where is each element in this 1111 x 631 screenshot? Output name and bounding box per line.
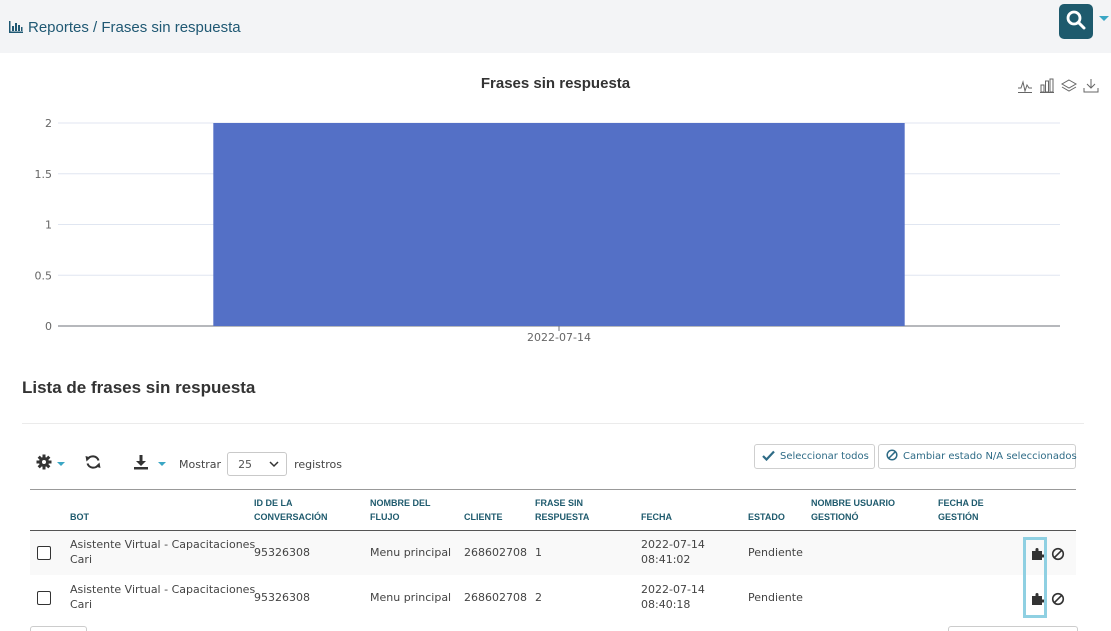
bar-chart: 0 0.5 1 1.5 2 2022-07-14: [35, 117, 1060, 344]
download-icon: [133, 454, 149, 474]
chart-title: Frases sin respuesta: [480, 75, 631, 92]
chart-toolbox: [1017, 78, 1099, 94]
conversation-id-cell: 95326308: [254, 546, 310, 559]
breadcrumb-text[interactable]: Reportes / Frases sin respuesta: [28, 19, 241, 36]
settings-dropdown[interactable]: [36, 454, 65, 474]
select-all-label: Seleccionar todos: [780, 451, 869, 462]
phrase-cell: 2: [535, 591, 542, 604]
pagination-info: [30, 626, 87, 631]
ban-icon[interactable]: [1051, 591, 1065, 610]
header-phrase[interactable]: FRASE SIN RESPUESTA: [535, 496, 589, 524]
bar-chart-icon: [9, 21, 23, 33]
check-icon: [762, 450, 775, 464]
state-cell: Pendiente: [748, 546, 803, 559]
y-tick-label: 2: [45, 117, 52, 130]
page-size-value: 25: [238, 457, 253, 471]
cell-text: Cari: [70, 598, 92, 611]
show-label: Mostrar: [179, 457, 222, 471]
cell-text: 08:40:18: [641, 598, 691, 611]
divider: [22, 423, 1084, 424]
y-axis: 0 0.5 1 1.5 2: [35, 117, 53, 333]
flow-cell: Menu principal: [370, 546, 452, 559]
export-dropdown[interactable]: [133, 454, 166, 474]
header-text: NOMBRE DEL: [370, 498, 431, 508]
date-cell: 2022-07-14 08:40:18: [641, 582, 705, 612]
header-text: FLUJO: [370, 512, 400, 522]
ban-icon: [886, 449, 898, 464]
search-button[interactable]: [1059, 4, 1093, 39]
header-bot[interactable]: BOT: [70, 510, 89, 524]
header-text: FECHA DE: [938, 498, 984, 508]
y-tick-label: 1.5: [35, 168, 53, 181]
cell-text: Cari: [70, 553, 92, 566]
header-management-date[interactable]: FECHA DE GESTIÓN: [938, 496, 984, 524]
list-title: Lista de frases sin respuesta: [22, 378, 256, 397]
chevron-down-icon: [269, 458, 279, 471]
chevron-down-icon: [57, 462, 65, 466]
phrase-cell: 1: [535, 546, 542, 559]
header-flow[interactable]: NOMBRE DEL FLUJO: [370, 496, 431, 524]
change-state-label: Cambiar estado N/A seleccionados: [903, 451, 1077, 462]
row-checkbox[interactable]: [37, 591, 51, 605]
download-icon[interactable]: [1083, 78, 1099, 94]
cell-text: Asistente Virtual - Capacitaciones: [70, 583, 256, 596]
gear-icon: [36, 454, 52, 474]
select-all-button[interactable]: Seleccionar todos: [754, 444, 875, 469]
state-cell: Pendiente: [748, 591, 803, 604]
cell-text: 2022-07-14: [641, 538, 705, 551]
header-text: GESTIÓN: [938, 512, 979, 522]
change-state-button[interactable]: Cambiar estado N/A seleccionados: [878, 444, 1077, 469]
chevron-down-icon: [158, 462, 166, 466]
stack-icon[interactable]: [1060, 78, 1078, 94]
cell-text: 08:41:02: [641, 553, 691, 566]
line-chart-icon[interactable]: [1017, 78, 1033, 94]
top-bar: Reportes / Frases sin respuesta: [0, 0, 1111, 53]
table-row: Asistente Virtual - Capacitaciones Cari …: [30, 531, 1076, 575]
divider: [30, 489, 1076, 490]
chart-bars: [213, 123, 905, 326]
bot-cell: Asistente Virtual - Capacitaciones Cari: [70, 537, 255, 567]
client-cell: 268602708: [464, 591, 527, 604]
bar-chart-icon[interactable]: [1039, 78, 1055, 94]
cell-text: 2022-07-14: [641, 583, 705, 596]
header-client[interactable]: CLIENTE: [464, 510, 503, 524]
ban-icon[interactable]: [1051, 546, 1065, 565]
header-text: NOMBRE USUARIO: [811, 498, 896, 508]
chevron-down-icon[interactable]: [1099, 16, 1109, 21]
records-label: registros: [294, 457, 342, 471]
bot-cell: Asistente Virtual - Capacitaciones Cari: [70, 582, 255, 612]
header-text: CONVERSACIÓN: [254, 512, 328, 522]
table-toolbar: Mostrar 25 registros: [36, 451, 342, 477]
pagination-controls[interactable]: [948, 626, 1078, 631]
y-tick-label: 0: [45, 320, 52, 333]
y-tick-label: 0.5: [35, 269, 53, 282]
date-cell: 2022-07-14 08:41:02: [641, 537, 705, 567]
x-axis: 2022-07-14: [527, 326, 591, 344]
conversation-id-cell: 95326308: [254, 591, 310, 604]
actions-highlight: [1023, 537, 1047, 618]
header-date[interactable]: FECHA: [641, 510, 672, 524]
breadcrumb: Reportes / Frases sin respuesta: [9, 17, 241, 37]
flow-cell: Menu principal: [370, 591, 452, 604]
client-cell: 268602708: [464, 546, 527, 559]
page-size-select[interactable]: 25: [227, 452, 288, 476]
refresh-button[interactable]: [85, 454, 101, 474]
header-text: ID DE LA: [254, 498, 293, 508]
header-text: GESTIONÓ: [811, 512, 859, 522]
search-icon: [1066, 10, 1086, 34]
bar[interactable]: [213, 123, 905, 326]
header-state[interactable]: ESTADO: [748, 510, 785, 524]
x-tick-label: 2022-07-14: [527, 331, 591, 344]
row-checkbox[interactable]: [37, 546, 51, 560]
header-text: RESPUESTA: [535, 512, 590, 522]
cell-text: Asistente Virtual - Capacitaciones: [70, 538, 256, 551]
header-text: FRASE SIN: [535, 498, 584, 508]
header-user[interactable]: NOMBRE USUARIO GESTIONÓ: [811, 496, 895, 524]
refresh-icon: [85, 454, 101, 474]
table-row: Asistente Virtual - Capacitaciones Cari …: [30, 575, 1076, 619]
header-conversation-id[interactable]: ID DE LA CONVERSACIÓN: [254, 496, 328, 524]
y-tick-label: 1: [45, 219, 52, 232]
